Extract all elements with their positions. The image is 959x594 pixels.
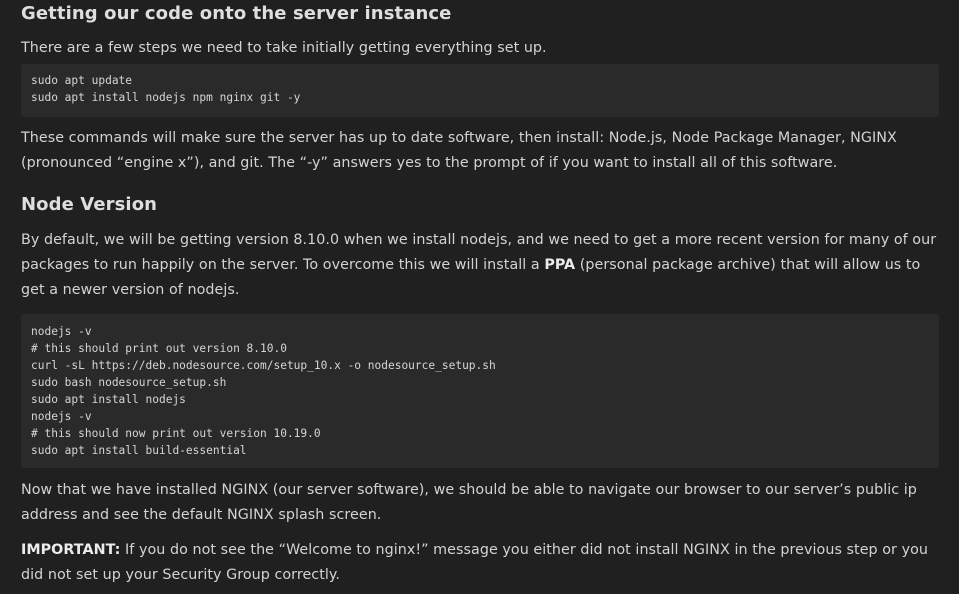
code-line: curl -sL https://deb.nodesource.com/setu… bbox=[31, 359, 496, 372]
important-text: If you do not see the “Welcome to nginx!… bbox=[21, 542, 928, 583]
code-line: sudo apt install nodejs bbox=[31, 393, 186, 406]
code-line: sudo apt install build-essential bbox=[31, 444, 247, 457]
node-version-paragraph: By default, we will be getting version 8… bbox=[21, 228, 939, 303]
section-heading-node-version: Node Version bbox=[21, 194, 158, 215]
code-line: nodejs -v bbox=[31, 325, 92, 338]
article-content: Getting our code onto the server instanc… bbox=[0, 0, 959, 594]
code-line: sudo apt install nodejs npm nginx git -y bbox=[31, 91, 301, 104]
important-label: IMPORTANT: bbox=[21, 542, 121, 558]
intro-paragraph: There are a few steps we need to take in… bbox=[21, 40, 547, 56]
code-comment-line: # this should now print out version 10.1… bbox=[31, 427, 321, 440]
install-code-block[interactable]: sudo apt update sudo apt install nodejs n… bbox=[21, 64, 939, 117]
node-version-code-block[interactable]: nodejs -v # this should print out version… bbox=[21, 314, 939, 468]
code-comment-line: # this should print out version 8.10.0 bbox=[31, 342, 287, 355]
section-heading-server-instance: Getting our code onto the server instanc… bbox=[21, 3, 452, 24]
code-line: sudo bash nodesource_setup.sh bbox=[31, 376, 227, 389]
nginx-splash-paragraph: Now that we have installed NGINX (our se… bbox=[21, 482, 917, 523]
important-note-paragraph: IMPORTANT: If you do not see the “Welcom… bbox=[21, 538, 939, 588]
code-line: nodejs -v bbox=[31, 410, 92, 423]
code-line: sudo apt update bbox=[31, 74, 133, 87]
install-explanation-paragraph: These commands will make sure the server… bbox=[21, 130, 897, 171]
ppa-term: PPA bbox=[544, 257, 576, 273]
